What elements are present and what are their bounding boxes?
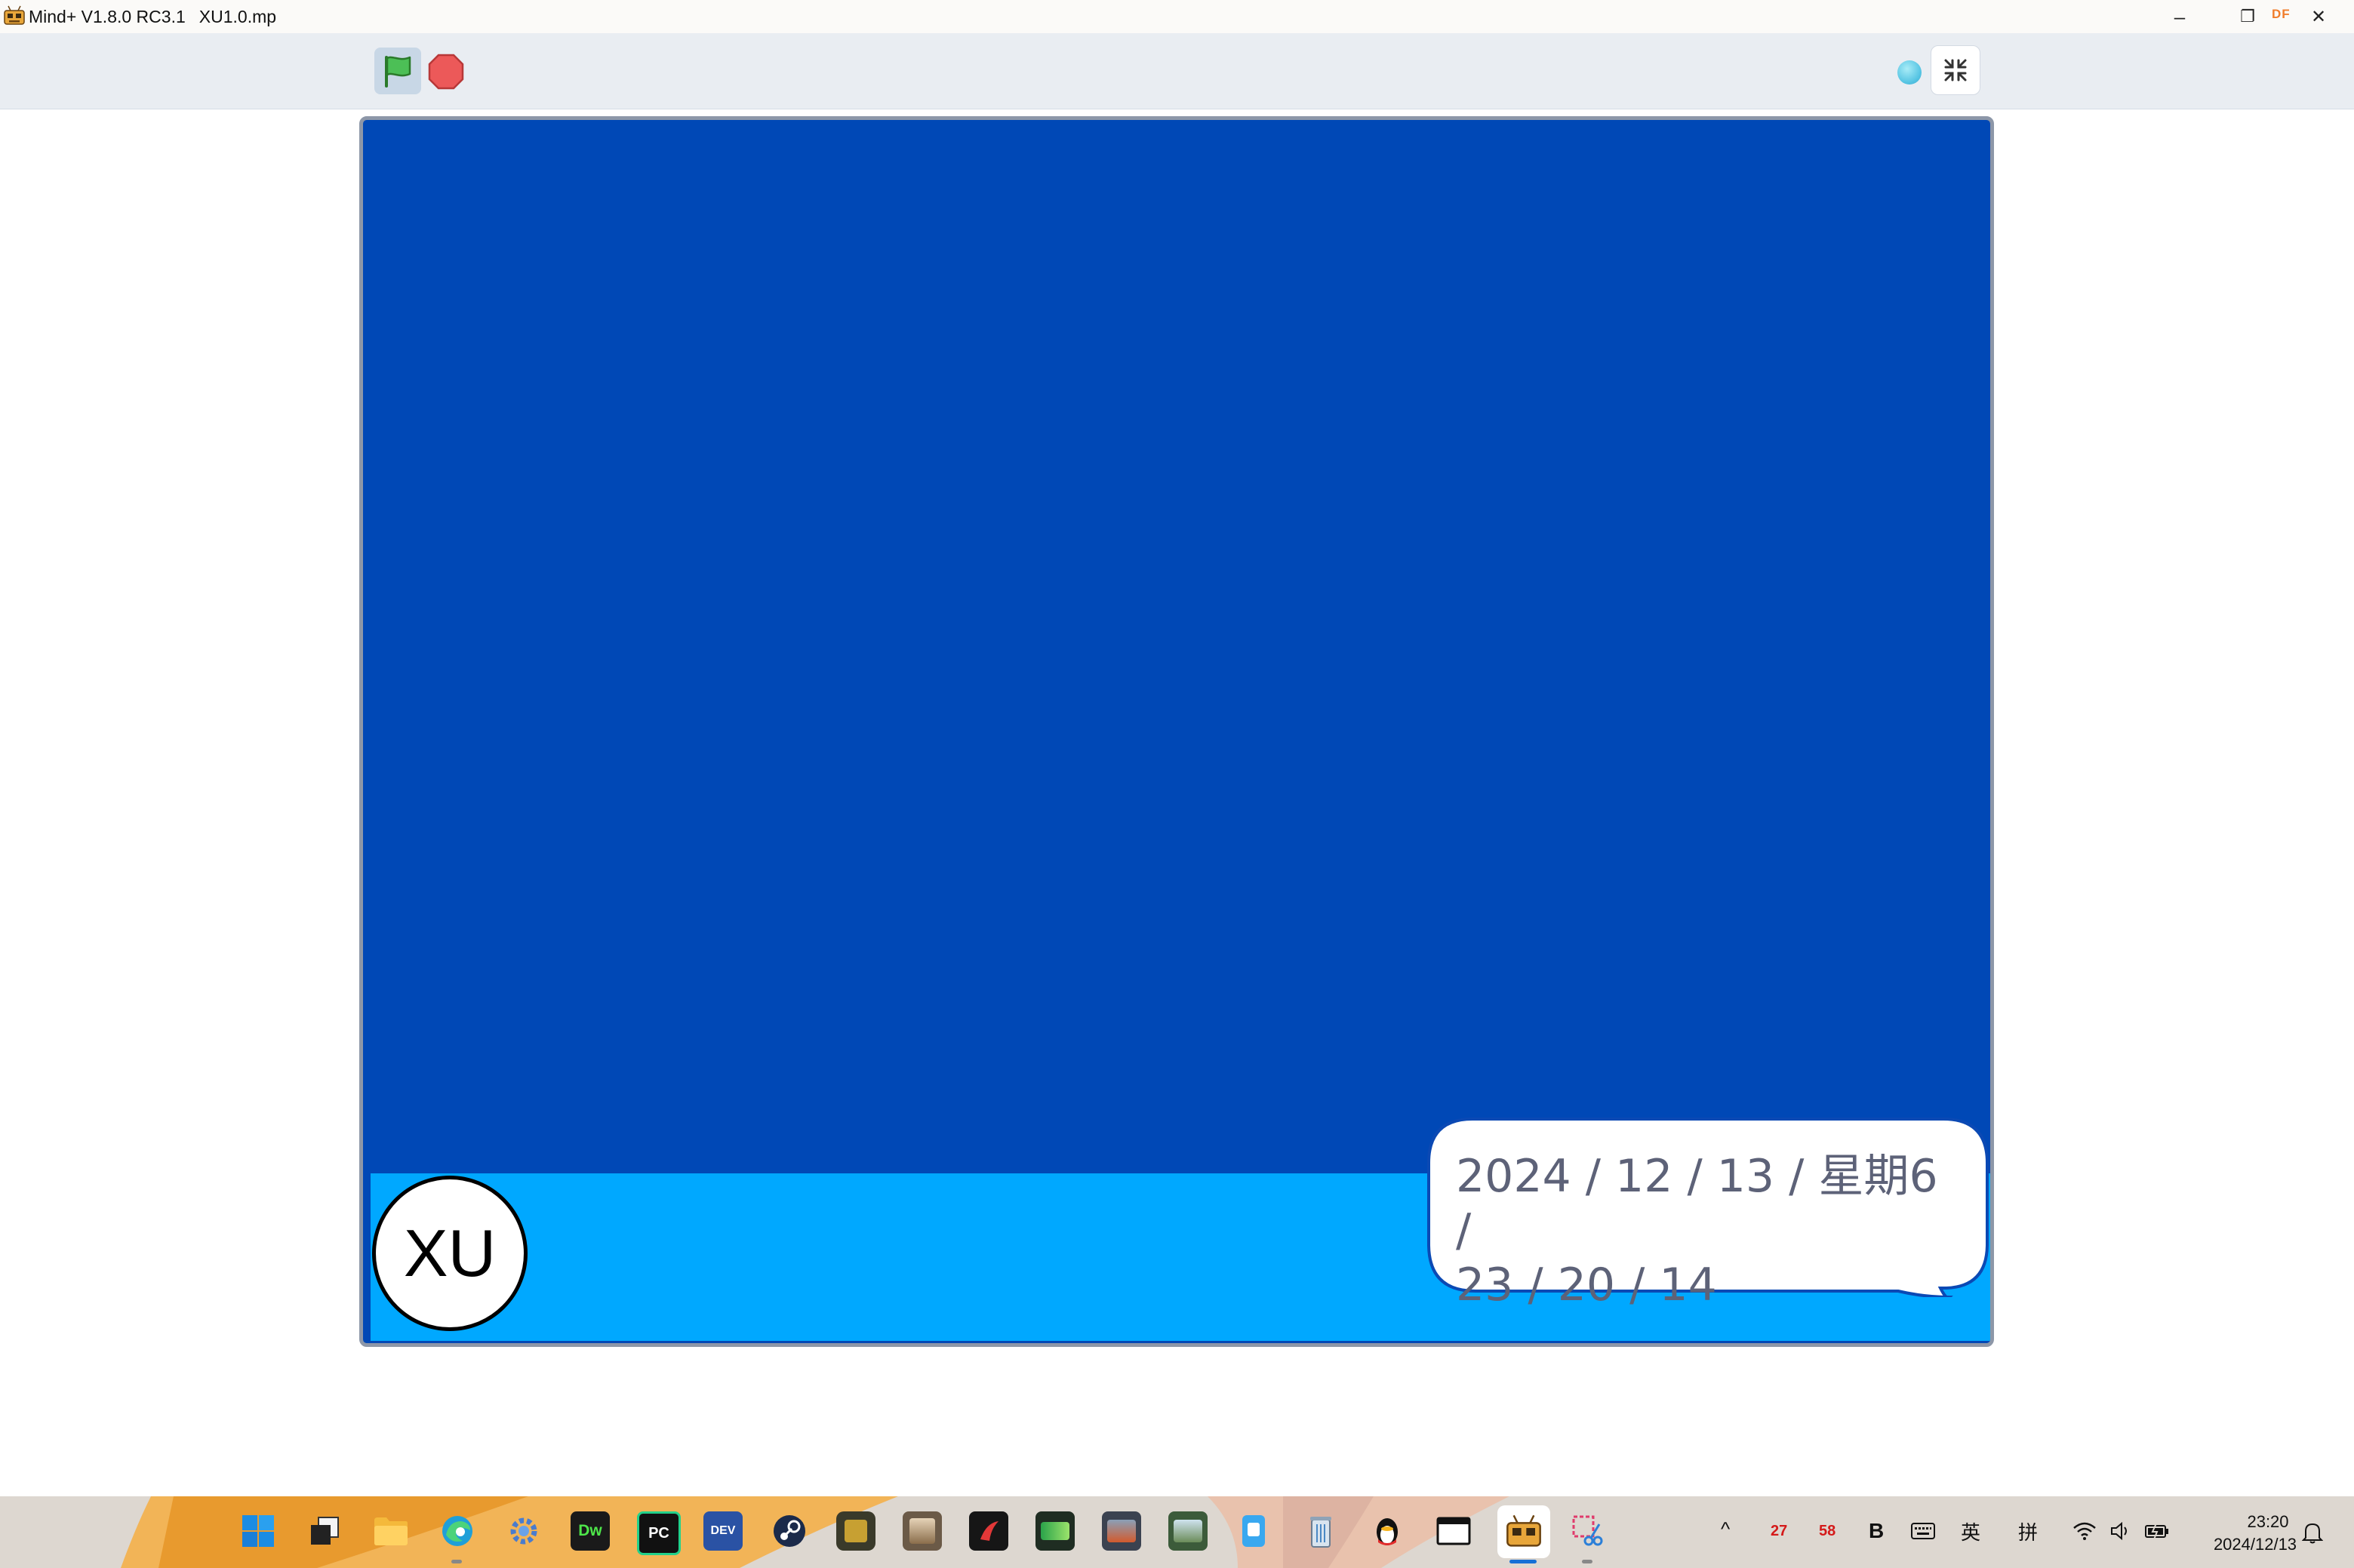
bell-icon (2302, 1523, 2323, 1544)
game-characters-button[interactable] (903, 1511, 942, 1551)
recycle-bin-button[interactable] (1301, 1511, 1340, 1551)
music-icon (980, 1521, 999, 1541)
mindplus-active-indicator (1509, 1560, 1537, 1563)
exit-fullscreen-button[interactable] (1931, 45, 1980, 95)
taskbar: Dw PC DEV ^ 27 58 B 英 拼 23:20 2024/12/13 (0, 1496, 2354, 1568)
task-view-icon (311, 1517, 339, 1545)
stage-toolbar (0, 33, 2354, 109)
train-icon (1174, 1520, 1202, 1542)
cpu-temp-readout[interactable]: 27 (1771, 1523, 1787, 1540)
edge-icon (442, 1516, 472, 1546)
racing-icon (1041, 1522, 1069, 1540)
speech-line-date: 2024 / 12 / 13 / 星期6 / (1456, 1150, 1938, 1257)
mindplus-icon (1506, 1514, 1541, 1547)
stage-bottom-strip (363, 1341, 1990, 1343)
racing-game-button[interactable] (1035, 1511, 1075, 1551)
ime-pinyin-indicator[interactable]: 拼 (2018, 1517, 2038, 1545)
speech-text: 2024 / 12 / 13 / 星期6 / 23 / 20 / 14 (1456, 1149, 1954, 1312)
dreamweaver-button[interactable]: Dw (571, 1511, 610, 1551)
ime-b-indicator[interactable]: B (1869, 1519, 1884, 1543)
speaker-icon (2111, 1521, 2127, 1541)
phone-icon (1242, 1515, 1265, 1547)
phone-app-button[interactable] (1235, 1511, 1274, 1551)
close-button[interactable]: ✕ (2303, 3, 2334, 30)
volume-button[interactable] (2106, 1516, 2136, 1546)
warship-icon (1107, 1520, 1136, 1542)
app-name: Mind+ V1.8.0 RC3.1 (29, 7, 186, 26)
edge-running-indicator (451, 1560, 462, 1563)
file-name: XU1.0.mp (198, 7, 277, 26)
task-view-button[interactable] (305, 1511, 344, 1551)
close-icon: ✕ (2310, 6, 2327, 27)
train-sim-button[interactable] (1168, 1511, 1208, 1551)
window-title: Mind+ V1.8.0 RC3.1 XU1.0.mp (29, 7, 276, 27)
mindplus-taskbar-button[interactable] (1497, 1505, 1550, 1558)
minimize-icon: – (2174, 5, 2186, 28)
battery-button[interactable] (2140, 1516, 2174, 1546)
speech-line-time: 23 / 20 / 14 (1456, 1259, 1717, 1311)
keyboard-button[interactable] (1906, 1516, 1940, 1546)
window-icon (1436, 1517, 1471, 1545)
characters-icon (909, 1518, 935, 1544)
qq-button[interactable] (1368, 1511, 1407, 1551)
edge-browser-button[interactable] (438, 1511, 477, 1551)
keyboard-icon (1911, 1523, 1935, 1539)
dev-cpp-button[interactable]: DEV (703, 1511, 743, 1551)
status-indicator-icon (1897, 60, 1922, 85)
minimize-button[interactable]: – (2165, 3, 2195, 30)
battery-charging-icon (2145, 1523, 2168, 1540)
wifi-icon (2073, 1522, 2096, 1540)
tray-overflow-chevron[interactable]: ^ (1721, 1517, 1730, 1541)
stop-button[interactable] (427, 53, 465, 91)
window-title-bar: Mind+ V1.8.0 RC3.1 XU1.0.mp – ❐ DF ✕ (0, 0, 2354, 33)
netease-music-button[interactable] (969, 1511, 1008, 1551)
settings-button[interactable] (504, 1511, 543, 1551)
stage-canvas[interactable]: XU 2024 / 12 / 13 / 星期6 / 23 / 20 / 14 (359, 116, 1994, 1347)
restore-icon: ❐ (2240, 7, 2255, 26)
snipping-tool-icon (1572, 1515, 1603, 1546)
language-en-indicator[interactable]: 英 (1961, 1517, 1980, 1545)
file-explorer-button[interactable] (371, 1511, 411, 1551)
restore-button[interactable]: ❐ (2232, 3, 2263, 30)
recycle-bin-icon (1310, 1517, 1331, 1548)
dreamweaver-icon: Dw (578, 1522, 602, 1539)
qq-penguin-icon (1377, 1518, 1398, 1545)
pycharm-button[interactable]: PC (637, 1511, 681, 1555)
windows-icon (242, 1515, 274, 1547)
wifi-button[interactable] (2069, 1516, 2100, 1546)
sprite-avatar[interactable]: XU (372, 1176, 528, 1331)
steam-button[interactable] (770, 1511, 809, 1551)
mindplus-app-icon (4, 5, 25, 25)
notifications-button[interactable] (2297, 1517, 2328, 1548)
green-flag-button[interactable] (374, 48, 421, 94)
gpu-temp-readout[interactable]: 58 (1819, 1523, 1836, 1540)
gear-icon (510, 1517, 537, 1545)
windows-start-button[interactable] (238, 1511, 278, 1551)
window-app-button[interactable] (1434, 1511, 1473, 1551)
steam-icon (774, 1515, 805, 1547)
exit-fullscreen-icon (1944, 59, 1967, 81)
df-badge: DF (2272, 7, 2291, 21)
call-of-duty-button[interactable] (836, 1511, 875, 1551)
sprite-label: XU (403, 1216, 497, 1290)
warship-game-button[interactable] (1102, 1511, 1141, 1551)
call-of-duty-icon (845, 1520, 867, 1542)
snipping-running-indicator (1582, 1560, 1592, 1563)
dev-cpp-icon: DEV (710, 1524, 736, 1537)
folder-icon (374, 1517, 408, 1545)
snipping-tool-button[interactable] (1568, 1511, 1608, 1551)
pycharm-icon: PC (648, 1524, 669, 1542)
flag-icon (385, 56, 411, 88)
